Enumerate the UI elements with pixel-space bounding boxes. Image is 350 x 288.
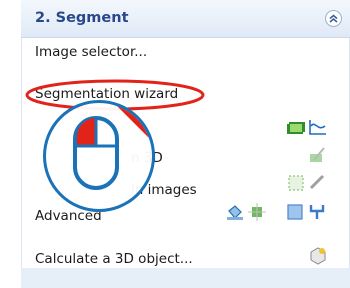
square-icon[interactable] xyxy=(286,203,304,221)
collapse-button[interactable] xyxy=(325,10,342,27)
morph-icon[interactable] xyxy=(248,203,266,221)
paint-bucket-icon[interactable] xyxy=(225,203,245,221)
panel-footer xyxy=(21,268,350,288)
filmstrip-icon[interactable] xyxy=(286,120,306,136)
mouse-icon xyxy=(73,103,152,190)
segment-panel: 2. Segment Image selector... Segmentatio… xyxy=(21,0,350,288)
mouse-click-overlay xyxy=(43,100,155,212)
task-image-selector[interactable]: Image selector... xyxy=(35,44,147,60)
pencil-icon[interactable] xyxy=(308,173,326,191)
dashed-rect-icon[interactable] xyxy=(287,174,305,192)
split-icon[interactable] xyxy=(308,202,326,220)
task-calculate-3d-object[interactable]: Calculate a 3D object... xyxy=(35,251,193,267)
panel-title: 2. Segment xyxy=(35,10,129,26)
curve-icon[interactable] xyxy=(308,118,328,136)
panel-header[interactable]: 2. Segment xyxy=(21,0,350,38)
object3d-icon[interactable] xyxy=(308,246,328,266)
brush-icon[interactable] xyxy=(308,146,326,164)
chevron-up-icon xyxy=(329,14,338,23)
